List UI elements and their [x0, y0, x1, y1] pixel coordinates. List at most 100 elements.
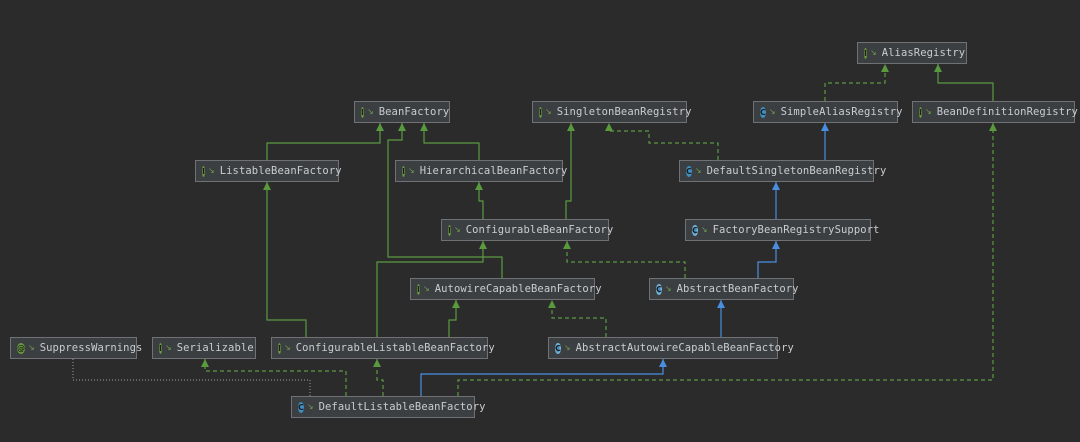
visibility-icon: ↘: [664, 284, 672, 293]
arrowhead: [605, 123, 613, 131]
edge-default-listable-bean-factory-to-serializable: [204, 359, 347, 396]
interface-icon: I: [159, 342, 162, 354]
arrowhead: [567, 123, 575, 131]
visibility-icon: ↘: [366, 107, 374, 116]
node-default-singleton-bean-registry[interactable]: C ↘ DefaultSingletonBeanRegistry: [679, 160, 886, 182]
node-abstract-autowire-capable-bean-factory[interactable]: C ↘ AbstractAutowireCapableBeanFactory: [548, 337, 794, 359]
node-label: SuppressWarnings: [39, 342, 143, 354]
visibility-icon: ↘: [306, 402, 314, 411]
node-label: AbstractAutowireCapableBeanFactory: [575, 342, 794, 354]
node-label: SingletonBeanRegistry: [556, 106, 692, 118]
node-label: FactoryBeanRegistrySupport: [712, 224, 880, 236]
edge-listable-bean-factory-to-bean-factory: [266, 123, 381, 160]
arrowhead: [373, 359, 381, 367]
visibility-icon: ↘: [869, 48, 877, 57]
visibility-icon: ↘: [207, 166, 215, 175]
arrowhead: [772, 241, 780, 249]
arrowhead: [659, 359, 667, 367]
arrowhead: [989, 123, 997, 131]
visibility-icon: ↘: [164, 343, 172, 352]
arrowhead: [479, 241, 487, 249]
edge-default-listable-bean-factory-to-suppress-warnings: [72, 359, 311, 396]
edge-default-listable-bean-factory-to-abstract-autowire-capable-bean-factory: [420, 359, 664, 396]
edge-autowire-capable-bean-factory-to-bean-factory: [387, 123, 503, 278]
visibility-icon: ↘: [453, 225, 461, 234]
node-label: ListableBeanFactory: [219, 165, 342, 177]
interface-icon: I: [278, 342, 281, 354]
arrowhead: [398, 123, 406, 131]
arrowhead: [376, 123, 384, 131]
node-label: ConfigurableBeanFactory: [465, 224, 614, 236]
node-label: BeanFactory: [378, 106, 450, 118]
node-autowire-capable-bean-factory[interactable]: I ↘ AutowireCapableBeanFactory: [410, 278, 602, 300]
abstract-class-icon: C: [692, 224, 698, 236]
node-label: BeanDefinitionRegistry: [936, 106, 1078, 118]
visibility-icon: ↘: [563, 343, 571, 352]
edge-bean-definition-registry-to-alias-registry: [937, 64, 994, 101]
arrowhead: [548, 300, 556, 308]
node-label: ConfigurableListableBeanFactory: [295, 342, 495, 354]
node-suppress-warnings[interactable]: @ ↘ SuppressWarnings: [10, 337, 142, 359]
interface-icon: I: [864, 47, 867, 59]
node-factory-bean-registry-support[interactable]: C ↘ FactoryBeanRegistrySupport: [685, 219, 879, 241]
arrowhead: [420, 123, 428, 131]
node-bean-factory[interactable]: I ↘ BeanFactory: [354, 101, 450, 123]
node-configurable-listable-bean-factory[interactable]: I ↘ ConfigurableListableBeanFactory: [271, 337, 495, 359]
arrowhead: [934, 64, 942, 72]
node-label: Serializable: [176, 342, 254, 354]
arrowhead: [772, 182, 780, 190]
node-abstract-bean-factory[interactable]: C ↘ AbstractBeanFactory: [649, 278, 798, 300]
node-default-listable-bean-factory[interactable]: C ↘ DefaultListableBeanFactory: [291, 396, 485, 418]
visibility-icon: ↘: [407, 166, 415, 175]
node-simple-alias-registry[interactable]: C ↘ SimpleAliasRegistry: [753, 101, 902, 123]
visibility-icon: ↘: [544, 107, 552, 116]
edge-configurable-listable-bean-factory-to-listable-bean-factory: [266, 182, 307, 337]
visibility-icon: ↘: [422, 284, 430, 293]
visibility-icon: ↘: [283, 343, 291, 352]
arrowhead: [475, 182, 483, 190]
node-serializable[interactable]: I ↘ Serializable: [152, 337, 256, 359]
visibility-icon: ↘: [700, 225, 708, 234]
edge-hierarchical-bean-factory-to-bean-factory: [423, 123, 480, 160]
interface-icon: I: [539, 106, 542, 118]
visibility-icon: ↘: [28, 343, 35, 352]
node-listable-bean-factory[interactable]: I ↘ ListableBeanFactory: [195, 160, 342, 182]
node-label: AutowireCapableBeanFactory: [434, 283, 602, 295]
node-configurable-bean-factory[interactable]: I ↘ ConfigurableBeanFactory: [441, 219, 613, 241]
edge-simple-alias-registry-to-alias-registry: [824, 64, 886, 101]
arrowhead: [452, 300, 460, 308]
node-label: HierarchicalBeanFactory: [419, 165, 568, 177]
node-singleton-bean-registry[interactable]: I ↘ SingletonBeanRegistry: [532, 101, 691, 123]
node-hierarchical-bean-factory[interactable]: I ↘ HierarchicalBeanFactory: [395, 160, 567, 182]
arrowhead: [821, 123, 829, 131]
class-icon: C: [686, 165, 692, 177]
edge-abstract-autowire-capable-bean-factory-to-autowire-capable-bean-factory: [551, 300, 607, 337]
node-label: DefaultListableBeanFactory: [318, 401, 486, 413]
interface-icon: I: [919, 106, 922, 118]
node-bean-definition-registry[interactable]: I ↘ BeanDefinitionRegistry: [912, 101, 1078, 123]
visibility-icon: ↘: [768, 107, 776, 116]
visibility-icon: ↘: [924, 107, 932, 116]
arrowhead: [881, 64, 889, 72]
abstract-class-icon: C: [555, 342, 561, 354]
visibility-icon: ↘: [694, 166, 702, 175]
uml-diagram-canvas: I ↘ AliasRegistry I ↘ BeanFactory I ↘ SingletonB…: [0, 0, 1080, 442]
node-label: AliasRegistry: [881, 47, 966, 59]
edge-abstract-bean-factory-to-configurable-bean-factory: [566, 241, 686, 278]
node-alias-registry[interactable]: I ↘ AliasRegistry: [857, 42, 967, 64]
annotation-icon: @: [17, 342, 25, 354]
arrowhead: [201, 359, 209, 367]
interface-icon: I: [402, 165, 405, 177]
interface-icon: I: [202, 165, 205, 177]
edge-default-singleton-bean-registry-to-singleton-bean-registry: [608, 123, 719, 160]
node-label: AbstractBeanFactory: [676, 283, 799, 295]
node-label: DefaultSingletonBeanRegistry: [706, 165, 887, 177]
arrowhead: [717, 300, 725, 308]
interface-icon: I: [417, 283, 420, 295]
abstract-class-icon: C: [656, 283, 662, 295]
interface-icon: I: [361, 106, 364, 118]
class-icon: C: [298, 401, 304, 413]
class-icon: C: [760, 106, 766, 118]
arrowhead: [263, 182, 271, 190]
arrowhead: [563, 241, 571, 249]
